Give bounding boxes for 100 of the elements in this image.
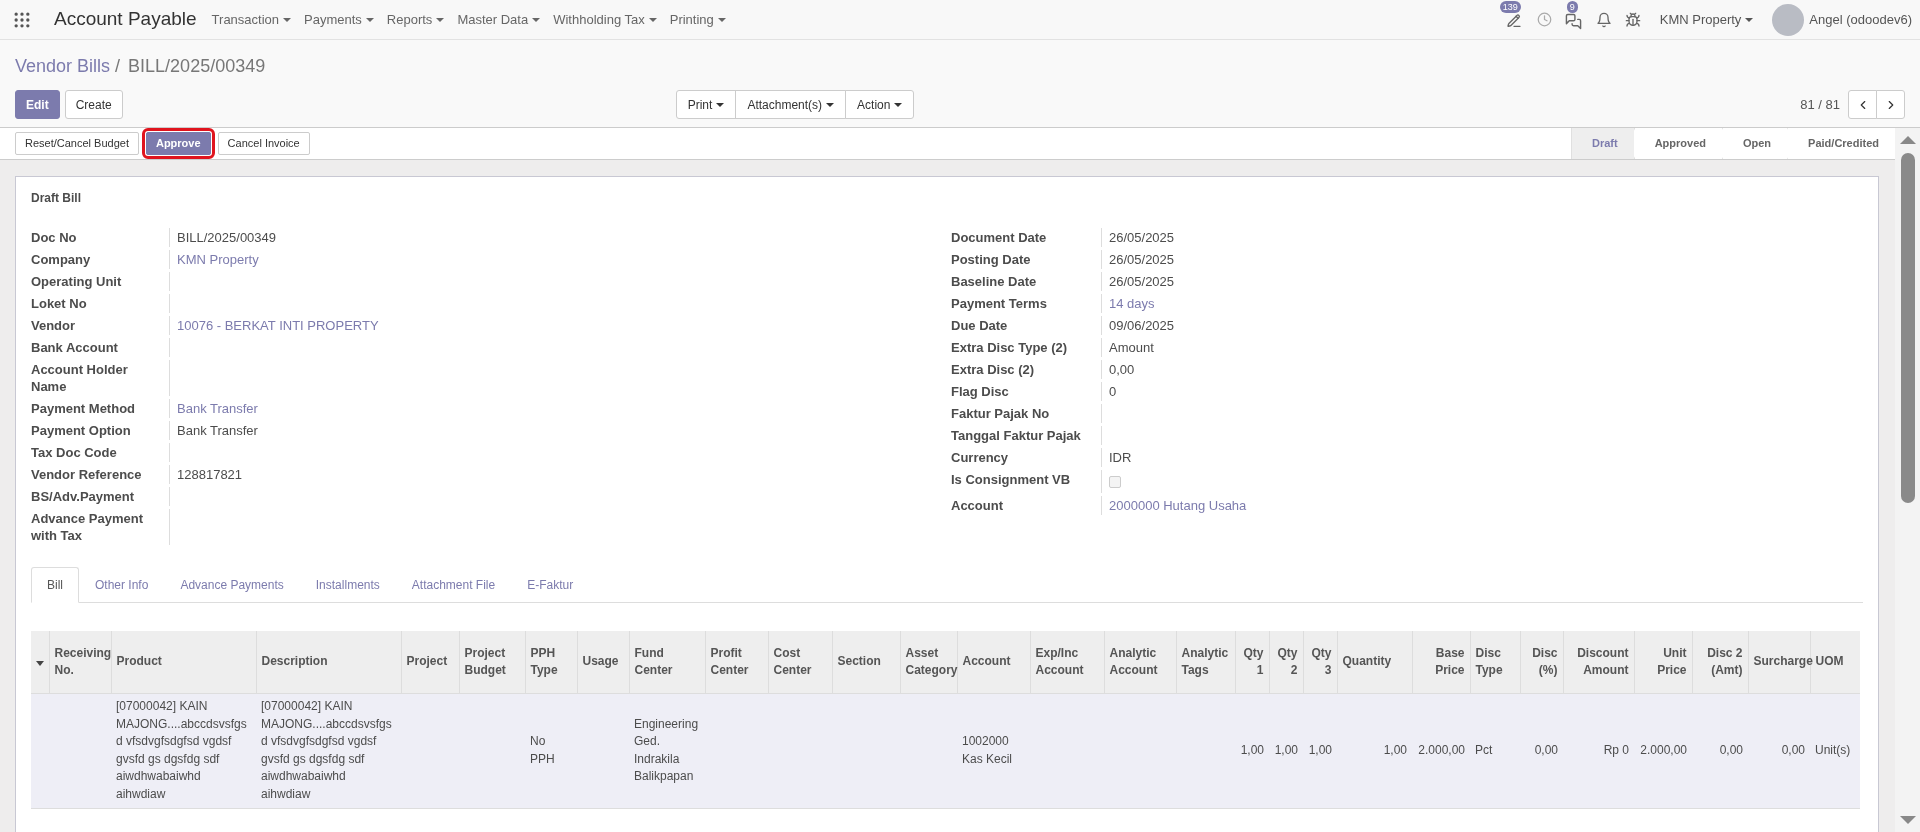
field-value: 26/05/2025 xyxy=(1109,230,1175,245)
field-label: Company xyxy=(31,251,92,269)
menu-item[interactable]: Withholding Tax xyxy=(552,9,658,30)
column-header[interactable]: Project Budget xyxy=(459,631,525,693)
column-header[interactable]: Fund Center xyxy=(629,631,705,693)
field-label: Baseline Date xyxy=(951,273,1038,291)
previous-button[interactable] xyxy=(1848,90,1877,119)
column-header[interactable]: Cost Center xyxy=(768,631,832,693)
column-header[interactable]: Receiving No. xyxy=(49,631,111,693)
chat-icon[interactable] xyxy=(1564,12,1582,30)
column-header[interactable]: Disc Type xyxy=(1470,631,1520,693)
field-label: Currency xyxy=(951,449,1010,467)
clock-icon[interactable] xyxy=(1536,12,1552,27)
column-header[interactable]: Discount Amount xyxy=(1563,631,1634,693)
column-header[interactable]: Disc 2 (Amt) xyxy=(1692,631,1748,693)
checkbox[interactable] xyxy=(1109,476,1121,488)
form-tab[interactable]: Installments xyxy=(299,567,396,603)
column-header[interactable]: Analytic Account xyxy=(1104,631,1176,693)
menu-item[interactable]: Reports xyxy=(385,9,446,30)
caret-icon xyxy=(365,18,374,23)
dropdown-button[interactable]: Attachment(s) xyxy=(735,90,847,119)
menu-item[interactable]: Printing xyxy=(668,9,727,30)
scroll-up-icon[interactable] xyxy=(1899,136,1916,144)
breadcrumb-link[interactable]: Vendor Bills xyxy=(15,53,111,80)
form-tab[interactable]: Bill xyxy=(31,567,79,603)
sort-caret-icon[interactable] xyxy=(35,660,44,666)
header-button[interactable]: Reset/Cancel Budget xyxy=(15,132,139,155)
next-button[interactable] xyxy=(1876,90,1905,119)
header-button[interactable]: Cancel Invoice xyxy=(217,132,310,155)
field-label: Extra Disc Type (2) xyxy=(951,339,1069,357)
field-label: Posting Date xyxy=(951,251,1032,269)
breadcrumb-current: BILL/2025/00349 xyxy=(128,55,266,78)
table-cell: 0,00 xyxy=(1534,742,1558,757)
table-cell: 0,00 xyxy=(1781,742,1805,757)
table-cell: No PPH xyxy=(530,734,555,766)
column-header[interactable]: Profit Center xyxy=(705,631,768,693)
toolbar-button[interactable]: Edit xyxy=(15,90,60,119)
field-label: Is Consignment VB xyxy=(951,471,1072,489)
field-label: BS/Adv.Payment xyxy=(31,488,136,506)
column-header[interactable]: Qty 1 xyxy=(1235,631,1269,693)
column-header[interactable]: Project xyxy=(401,631,459,693)
column-header[interactable]: PPH Type xyxy=(525,631,577,693)
avatar[interactable] xyxy=(1772,3,1805,36)
column-header[interactable]: Description xyxy=(256,631,401,693)
scroll-down-icon[interactable] xyxy=(1899,816,1916,824)
scrollbar[interactable] xyxy=(1895,128,1920,832)
table-row[interactable] xyxy=(31,693,1860,808)
caret-icon xyxy=(436,18,445,23)
column-header[interactable]: Asset Category xyxy=(900,631,957,693)
menu-item[interactable]: Payments xyxy=(303,9,375,30)
app-title: Account Payable xyxy=(54,7,197,32)
table-cell: 0,00 xyxy=(1719,742,1743,757)
column-header[interactable]: Product xyxy=(111,631,256,693)
field-value: 26/05/2025 xyxy=(1109,274,1175,289)
form-tab[interactable]: Other Info xyxy=(79,567,165,603)
field-label: Account xyxy=(951,497,1004,515)
caret-icon xyxy=(283,18,292,23)
table-cell: 1,00 xyxy=(1308,742,1332,757)
dropdown-button[interactable]: Print xyxy=(675,90,737,119)
field-label: Payment Terms xyxy=(951,295,1048,313)
caret-icon xyxy=(717,18,726,23)
toolbar-button[interactable]: Create xyxy=(64,90,123,119)
column-header[interactable]: Usage xyxy=(577,631,629,693)
form-tab[interactable]: Attachment File xyxy=(395,567,512,603)
status-stage[interactable]: Draft xyxy=(1570,128,1634,159)
column-header[interactable]: Account xyxy=(957,631,1030,693)
column-header[interactable]: Analytic Tags xyxy=(1176,631,1235,693)
column-header[interactable]: Qty 2 xyxy=(1269,631,1303,693)
field-value: IDR xyxy=(1109,450,1132,465)
form-tab[interactable]: E-Faktur xyxy=(511,567,590,603)
company-switcher[interactable]: KMN Property xyxy=(1659,9,1754,30)
column-header[interactable]: Qty 3 xyxy=(1303,631,1337,693)
dropdown-button[interactable]: Action xyxy=(845,90,915,119)
column-header[interactable]: Disc (%) xyxy=(1520,631,1563,693)
edit-icon[interactable] xyxy=(1505,12,1522,29)
menu-item[interactable]: Transaction xyxy=(210,9,293,30)
bell-icon[interactable] xyxy=(1595,11,1612,28)
column-header[interactable]: Quantity xyxy=(1337,631,1412,693)
field-link[interactable]: 10076 - BERKAT INTI PROPERTY xyxy=(177,318,379,333)
field-link[interactable]: Bank Transfer xyxy=(177,401,258,416)
field-link[interactable]: 2000000 Hutang Usaha xyxy=(1109,498,1247,513)
user-menu[interactable]: Angel (odoodev6) xyxy=(1809,9,1912,30)
scrollbar-thumb[interactable] xyxy=(1900,153,1915,503)
column-header[interactable]: Section xyxy=(832,631,900,693)
form-tab[interactable]: Advance Payments xyxy=(164,567,300,603)
table-cell: 1,00 xyxy=(1240,742,1264,757)
field-label: Extra Disc (2) xyxy=(951,361,1036,379)
table-cell: [07000042] KAIN MAJONG....abccdsvsfgsd vfsdvgfsdgfsd vgdsf gvsfd gs dgsfdg sdf aiwdhwabaiwhd aihwdiaw xyxy=(116,699,247,801)
table-cell: [07000042] KAIN MAJONG....abccdsvsfgsd vfsdvgfsdgfsd vgdsf gvsfd gs dgsfdg sdf aiwdhwabaiwhd aihwdiaw xyxy=(261,699,392,801)
table-cell: 1,00 xyxy=(1383,742,1407,757)
menu-item[interactable]: Master Data xyxy=(456,9,542,30)
field-link[interactable]: 14 days xyxy=(1109,296,1155,311)
column-header[interactable]: Exp/Inc Account xyxy=(1030,631,1104,693)
field-label: Payment Method xyxy=(31,400,136,418)
field-label: Advance Payment with Tax xyxy=(31,510,144,545)
column-header[interactable]: Base Price xyxy=(1412,631,1470,693)
field-link[interactable]: KMN Property xyxy=(177,252,259,267)
bug-icon[interactable] xyxy=(1624,11,1641,28)
notification-badge: 139 xyxy=(1499,0,1521,13)
column-header[interactable]: Unit Price xyxy=(1634,631,1692,693)
